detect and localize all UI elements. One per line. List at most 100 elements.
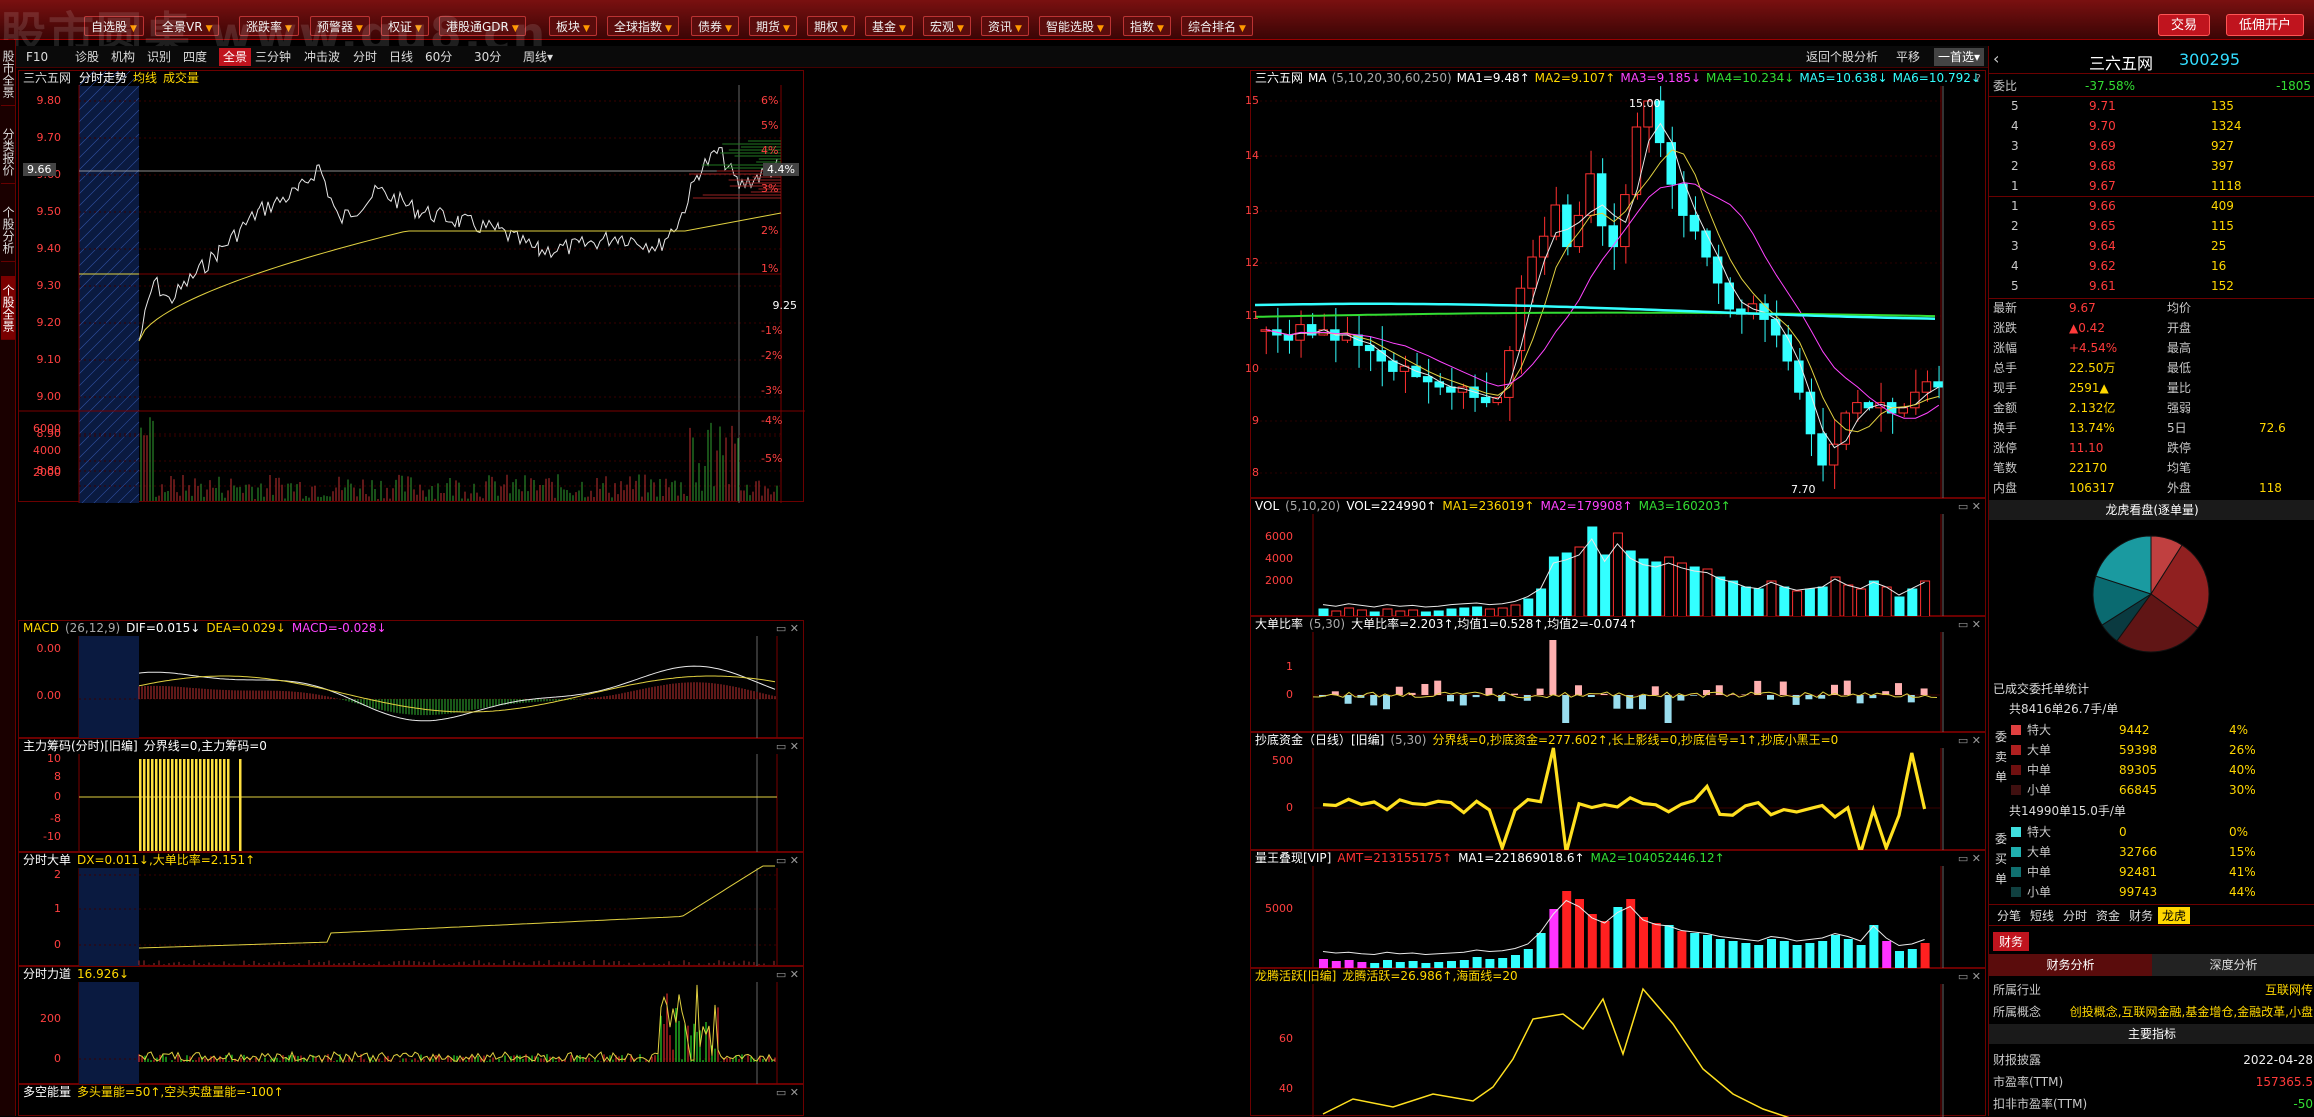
intraday-tab[interactable]: 分时走势 <box>79 71 127 85</box>
bid-row[interactable]: 49.6216 <box>1989 256 2314 276</box>
toolbar-right-button[interactable]: 返回个股分析 <box>1806 48 1878 66</box>
left-tab[interactable]: 分类报价 <box>1 120 15 184</box>
period-tab[interactable]: 识别 <box>147 48 171 66</box>
open-account-button[interactable]: 低佣开户 <box>2226 14 2304 36</box>
menu-button[interactable]: 板块▼ <box>549 16 597 36</box>
ratio-bar <box>1639 695 1646 709</box>
amount-bar <box>1677 931 1686 969</box>
left-tab[interactable]: 个股分析 <box>1 198 15 262</box>
intraday-tab[interactable]: 成交量 <box>163 71 199 85</box>
menu-button[interactable]: 指数▼ <box>1123 16 1171 36</box>
period-tab[interactable]: 机构 <box>111 48 135 66</box>
menu-button[interactable]: 基金▼ <box>865 16 913 36</box>
period-tab[interactable]: 周线▾ <box>523 48 553 66</box>
quote-tab[interactable]: 财务 <box>2125 907 2157 924</box>
dragon-active-panel: 龙腾活跃[旧编]龙腾活跃=26.986↑,海面线=20▭ ✕6040 <box>1250 968 1986 1116</box>
period-tab[interactable]: 诊股 <box>75 48 99 66</box>
menu-button[interactable]: 智能选股▼ <box>1039 16 1111 36</box>
quote-tab[interactable]: 分笔 <box>1993 907 2025 924</box>
stat-row: 现手2591▲量比 <box>1989 378 2314 398</box>
axis-label: 9.50 <box>21 205 61 218</box>
menu-button[interactable]: 资讯▼ <box>981 16 1029 36</box>
bid-row[interactable]: 29.65115 <box>1989 216 2314 236</box>
period-tab[interactable]: 四度 <box>183 48 207 66</box>
axis-label: 2 <box>21 868 61 881</box>
intraday-panel: 9.809.709.609.509.409.309.209.109.008.90… <box>18 70 804 502</box>
menu-button[interactable]: 期货▼ <box>749 16 797 36</box>
ask-row[interactable]: 59.71135 <box>1989 96 2314 116</box>
bid-row[interactable]: 39.6425 <box>1989 236 2314 256</box>
menu-button-label: 综合排名 <box>1188 20 1236 34</box>
back-arrow-icon[interactable]: ‹ <box>1993 49 1999 68</box>
volume-bar <box>1767 581 1776 617</box>
candle-body <box>1922 382 1931 392</box>
ask-row[interactable]: 49.701324 <box>1989 116 2314 136</box>
axis-label: 60 <box>1253 1032 1293 1045</box>
menu-button[interactable]: 综合排名▼ <box>1181 16 1253 36</box>
candle-body <box>1853 403 1862 413</box>
amount-bar <box>1626 899 1635 969</box>
period-tab[interactable]: 冲击波 <box>304 48 340 66</box>
period-tab[interactable]: 全景 <box>219 48 251 66</box>
menu-button[interactable]: 债券▼ <box>691 16 739 36</box>
amount-bar <box>1844 939 1853 969</box>
chip-bar <box>183 759 186 851</box>
axis-label: 15 <box>1239 94 1259 107</box>
volume: 1324 <box>2211 116 2242 136</box>
stat-value: 72.6 <box>2259 418 2286 438</box>
ratio-bar <box>1345 695 1352 704</box>
menu-button[interactable]: 期权▼ <box>807 16 855 36</box>
period-tab[interactable]: 三分钟 <box>255 48 291 66</box>
fin-subtab[interactable]: 财务分析 <box>1989 954 2152 976</box>
candle-body <box>1818 434 1827 465</box>
period-tab[interactable]: 分时 <box>353 48 377 66</box>
left-tab[interactable]: 个股全景 <box>1 276 15 340</box>
mid-price-label: 9.25 <box>773 299 798 312</box>
panel-close-icon[interactable]: ▭ ✕ <box>776 1085 799 1100</box>
period-tab[interactable]: F10 <box>26 48 48 66</box>
quote-tab[interactable]: 资金 <box>2092 907 2124 924</box>
bid-row[interactable]: 19.66409 <box>1989 196 2314 216</box>
amount-bar <box>1639 917 1648 969</box>
level: 2 <box>2011 216 2019 236</box>
amount-bar <box>1793 945 1802 969</box>
ask-row[interactable]: 29.68397 <box>1989 156 2314 176</box>
section-title: 已成交委托单统计 <box>1993 680 2089 697</box>
period-tab[interactable]: 日线 <box>389 48 413 66</box>
level: 1 <box>2011 196 2019 216</box>
quote-tab[interactable]: 短线 <box>2026 907 2058 924</box>
amount-bar <box>1703 935 1712 969</box>
toolbar-right-button[interactable]: 平移 <box>1896 48 1920 66</box>
trade-button[interactable]: 交易 <box>2158 14 2210 36</box>
period-tab[interactable]: 30分 <box>474 48 501 66</box>
amount-bar <box>1754 945 1763 969</box>
volume-bar <box>1613 533 1622 617</box>
size-swatch <box>2011 725 2021 735</box>
quote-tab[interactable]: 分时 <box>2059 907 2091 924</box>
period-tab[interactable]: 60分 <box>425 48 452 66</box>
candle-body <box>1365 345 1374 350</box>
fin-subtab[interactable]: 深度分析 <box>2152 954 2314 976</box>
left-tab[interactable]: 股市全景 <box>1 42 15 106</box>
bid-row[interactable]: 59.61152 <box>1989 276 2314 296</box>
ask-row[interactable]: 39.69927 <box>1989 136 2314 156</box>
amount-bar <box>1780 941 1789 969</box>
menu-button-label: 指数 <box>1130 20 1154 34</box>
ask-row[interactable]: 19.671118 <box>1989 176 2314 196</box>
dropdown-arrow-icon: ▼ <box>899 24 906 34</box>
axis-label: -10 <box>21 830 61 843</box>
toolbar-right-button[interactable]: 一首选▾ <box>1934 48 1984 66</box>
size-label: 大单 <box>2027 740 2051 760</box>
fin-row: 市盈率(TTM)157365.5 <box>1989 1072 2314 1092</box>
level: 1 <box>2011 176 2019 196</box>
volume-bar <box>1703 569 1712 617</box>
quote-tab[interactable]: 龙虎 <box>2158 907 2190 924</box>
order-size-row: 特大00% <box>1989 822 2314 842</box>
amount-bar <box>1741 943 1750 969</box>
intraday-tab[interactable]: 均线 <box>133 71 157 85</box>
menu-button[interactable]: 全球指数▼ <box>607 16 679 36</box>
menu-button[interactable]: 宏观▼ <box>923 16 971 36</box>
fin-value: 互联网传 <box>2265 980 2313 1000</box>
fin-tab[interactable]: 财务 <box>1993 932 2029 951</box>
candle-body <box>1795 361 1804 392</box>
